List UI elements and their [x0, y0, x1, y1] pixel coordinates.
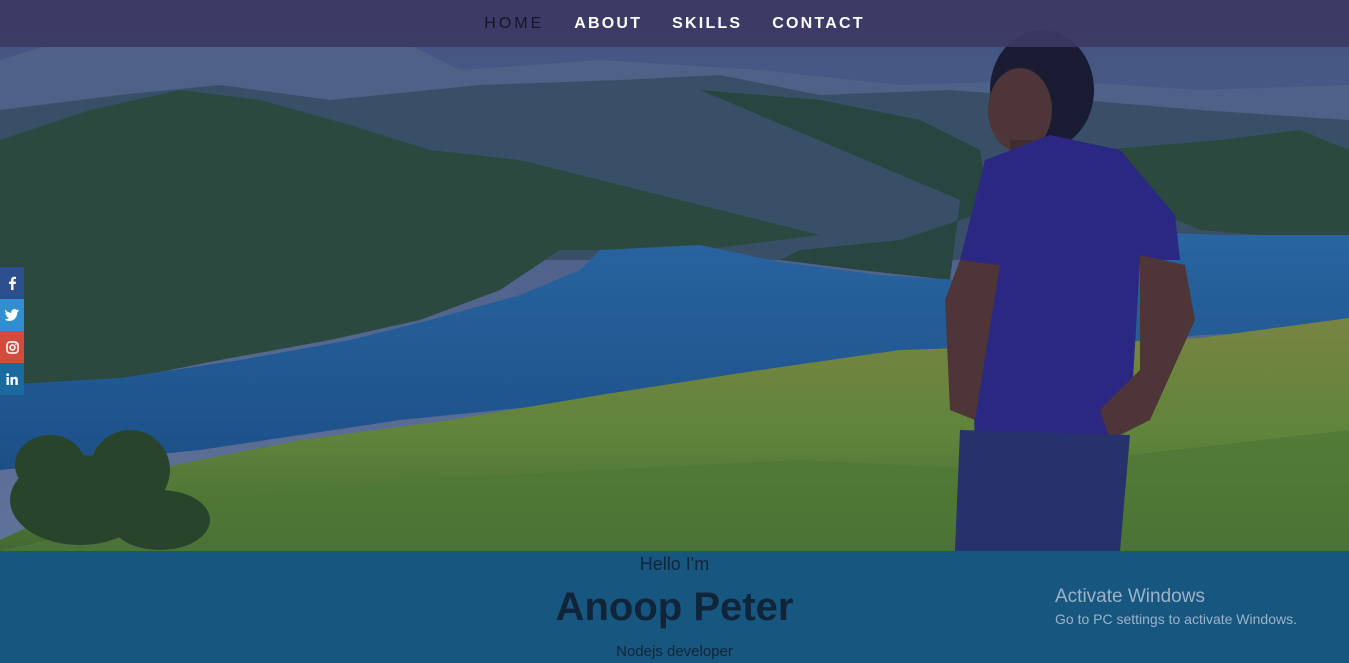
nav-about-link[interactable]: ABOUT — [574, 15, 642, 33]
nav-skills-link[interactable]: SKILLS — [672, 15, 742, 33]
main-nav: HOME ABOUT SKILLS CONTACT — [0, 0, 1349, 47]
nav-contact-link[interactable]: CONTACT — [772, 15, 864, 33]
nav-home-link[interactable]: HOME — [484, 15, 544, 33]
watermark-subtitle: Go to PC settings to activate Windows. — [1055, 611, 1297, 627]
twitter-glyph — [5, 309, 19, 321]
instagram-glyph — [5, 340, 19, 354]
linkedin-icon[interactable] — [0, 363, 24, 395]
hero-landscape — [0, 0, 1349, 551]
watermark-title: Activate Windows — [1055, 586, 1205, 607]
hero-image — [0, 0, 1349, 551]
twitter-icon[interactable] — [0, 299, 24, 331]
facebook-icon[interactable] — [0, 267, 24, 299]
linkedin-glyph — [6, 373, 18, 385]
activate-windows-watermark: Activate Windows Go to PC settings to ac… — [1055, 586, 1297, 627]
facebook-glyph — [9, 276, 16, 290]
profile-role: Nodejs developer — [616, 643, 733, 660]
instagram-icon[interactable] — [0, 331, 24, 363]
greeting-text: Hello I'm — [639, 554, 710, 574]
social-sidebar — [0, 267, 24, 395]
